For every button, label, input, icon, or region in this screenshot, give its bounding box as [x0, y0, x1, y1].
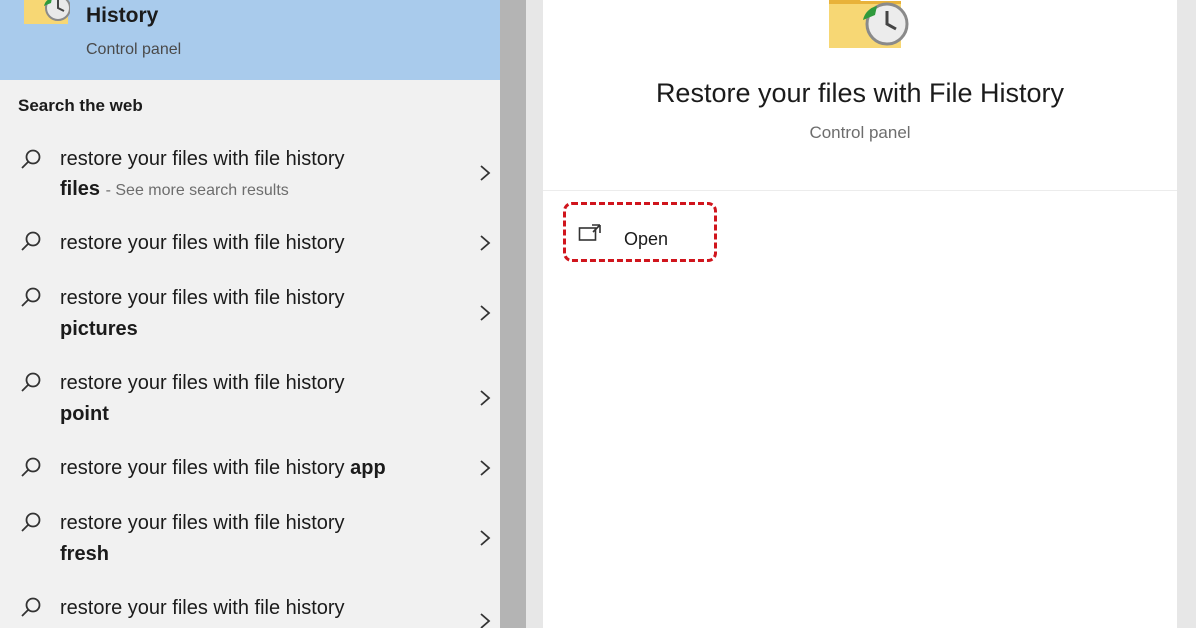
web-result-suffix: fresh: [60, 543, 109, 566]
web-result-text: restore your files with file history: [60, 597, 345, 619]
open-label: Open: [624, 229, 669, 249]
web-result-text: restore your files with file history: [60, 287, 345, 309]
web-result-text-line: restore your files with file history app: [60, 457, 386, 480]
file-history-icon: [829, 0, 909, 48]
see-more-results-text: - See more search results: [105, 182, 289, 199]
chevron-right-icon: [480, 305, 491, 321]
web-result-text: restore your files with file history: [60, 457, 345, 479]
best-match-title: History: [86, 4, 159, 27]
search-icon: [21, 287, 41, 307]
preview-subtitle: Control panel: [809, 123, 911, 142]
web-result-item[interactable]: restore your files with file history app: [0, 444, 500, 494]
search-icon: [21, 457, 41, 477]
web-result-item[interactable]: restore your files with file history fre…: [0, 505, 500, 575]
web-result-bold: pictures: [60, 318, 138, 340]
chevron-right-icon: [480, 530, 491, 546]
web-result-bold: point: [60, 403, 109, 425]
chevron-right-icon: [480, 235, 491, 251]
chevron-right-icon: [480, 460, 491, 476]
web-result-suffix: files - See more search results: [60, 178, 289, 201]
search-icon: [21, 372, 41, 392]
file-history-icon: [24, 0, 70, 24]
search-icon: [21, 149, 41, 169]
chevron-right-icon: [480, 165, 491, 181]
search-icon: [21, 231, 41, 251]
web-result-item[interactable]: restore your files with file history pic…: [0, 280, 500, 350]
preview-pane: Restore your files with File History Con…: [543, 0, 1177, 628]
chevron-right-icon: [480, 613, 491, 628]
web-result-suffix: pictures: [60, 318, 138, 341]
web-result-item[interactable]: restore your files with file history poi…: [0, 365, 500, 435]
web-result-item[interactable]: restore your files with file history: [0, 590, 500, 628]
preview-divider: [543, 190, 1177, 191]
web-result-bold: app: [350, 457, 386, 479]
best-match-subtitle: Control panel: [86, 41, 182, 58]
best-match-result[interactable]: History Control panel: [0, 0, 500, 80]
scrollbar-track[interactable]: [500, 0, 526, 628]
web-result-text: restore your files with file history: [60, 372, 345, 394]
web-result-text: restore your files with file history: [60, 232, 345, 254]
open-button[interactable]: Open: [563, 202, 717, 262]
web-result-suffix: point: [60, 403, 109, 426]
search-the-web-heading: Search the web: [18, 96, 143, 115]
search-results-panel: History Control panel Search the web res…: [0, 0, 500, 628]
search-icon: [21, 597, 41, 617]
web-result-text: restore your files with file history: [60, 148, 345, 170]
web-result-item[interactable]: restore your files with file history fil…: [0, 138, 500, 208]
open-window-icon: [578, 224, 601, 241]
search-icon: [21, 512, 41, 532]
web-result-text: restore your files with file history: [60, 512, 345, 534]
web-result-bold: files: [60, 178, 101, 200]
web-result-item[interactable]: restore your files with file history: [0, 218, 500, 268]
preview-title: Restore your files with File History: [655, 78, 1065, 108]
web-result-bold: fresh: [60, 543, 109, 565]
chevron-right-icon: [480, 390, 491, 406]
